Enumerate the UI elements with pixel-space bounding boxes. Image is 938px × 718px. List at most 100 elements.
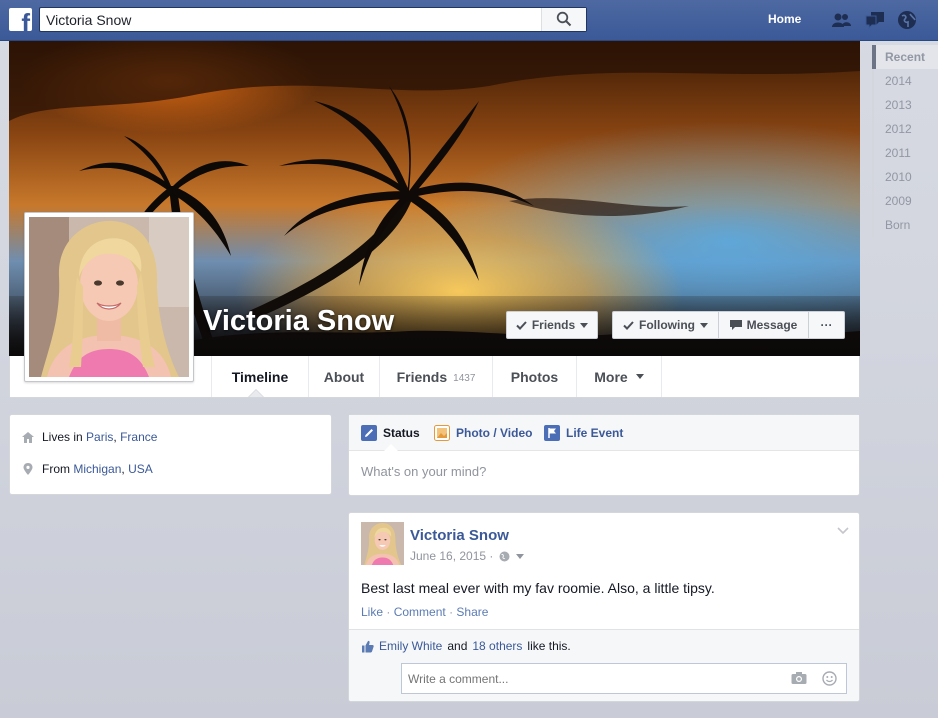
- composer-life-event-label: Life Event: [566, 426, 624, 440]
- tab-friends[interactable]: Friends 1437: [379, 356, 492, 397]
- search-box: [39, 7, 587, 32]
- timeline-post: Victoria Snow June 16, 2015 · Best last …: [348, 512, 860, 702]
- tab-friends-label: Friends: [396, 368, 448, 385]
- year-2013[interactable]: 2013: [872, 93, 938, 117]
- others-link[interactable]: 18 others: [472, 639, 522, 653]
- tab-photos-label: Photos: [510, 368, 559, 385]
- caret-down-icon: [580, 322, 589, 328]
- post-date[interactable]: June 16, 2015 ·: [410, 549, 493, 563]
- flag-icon: [544, 425, 560, 441]
- intro-card: Lives in Paris, France From Michigan, US…: [9, 414, 332, 495]
- profile-name: Victoria Snow: [203, 305, 395, 337]
- composer-tabs: Status Photo / Video Life Event: [349, 415, 859, 451]
- lives-country-link[interactable]: France: [120, 430, 157, 444]
- lives-in-label: Lives in: [42, 430, 83, 444]
- likes-suffix: like this.: [527, 639, 571, 653]
- from-country-link[interactable]: USA: [128, 462, 153, 476]
- like-action[interactable]: Like: [361, 605, 383, 619]
- friends-button[interactable]: Friends: [506, 311, 598, 339]
- comment-action[interactable]: Comment: [394, 605, 446, 619]
- profile-portrait-image: [29, 217, 189, 377]
- post-feedback: Emily White and 18 others like this.: [349, 629, 859, 701]
- following-button[interactable]: Following: [612, 311, 719, 339]
- search-button[interactable]: [541, 8, 586, 31]
- avatar-image: [361, 522, 404, 565]
- year-2010[interactable]: 2010: [872, 165, 938, 189]
- composer-status-tab[interactable]: Status: [361, 425, 420, 441]
- year-2014[interactable]: 2014: [872, 69, 938, 93]
- caret-down-icon: [635, 374, 644, 379]
- facebook-logo-icon[interactable]: f: [9, 8, 32, 31]
- tab-about-label: About: [323, 368, 365, 385]
- likes-and: and: [447, 639, 468, 653]
- post-text: Best last meal ever with my fav roomie. …: [361, 580, 715, 596]
- composer-status-label: Status: [383, 426, 420, 440]
- lives-in-row: Lives in Paris, France: [22, 430, 157, 444]
- post-composer: Status Photo / Video Life Event What's o…: [348, 414, 860, 496]
- message-icon: [729, 320, 742, 330]
- friends-count: 1437: [453, 372, 476, 384]
- post-author-avatar[interactable]: [361, 522, 404, 565]
- message-button[interactable]: Message: [718, 311, 809, 339]
- globe-notifications-icon[interactable]: [896, 9, 918, 31]
- privacy-globe-icon[interactable]: [499, 551, 510, 562]
- pencil-icon: [361, 425, 377, 441]
- friend-requests-icon[interactable]: [830, 9, 852, 31]
- ellipsis-icon: ···: [820, 318, 833, 332]
- location-pin-icon: [23, 463, 33, 475]
- composer-input[interactable]: What's on your mind?: [361, 464, 486, 479]
- messages-icon[interactable]: [864, 9, 886, 31]
- year-recent[interactable]: Recent: [872, 45, 938, 69]
- more-options-button[interactable]: ···: [808, 311, 845, 339]
- action-separator: ·: [386, 605, 391, 619]
- comment-input[interactable]: [402, 664, 772, 693]
- from-separator: ,: [121, 462, 125, 476]
- from-label: From: [42, 462, 70, 476]
- search-icon: [556, 11, 572, 27]
- composer-photo-label: Photo / Video: [456, 426, 533, 440]
- tab-more-label: More: [594, 368, 628, 385]
- year-2012[interactable]: 2012: [872, 117, 938, 141]
- tab-more[interactable]: More: [576, 356, 662, 397]
- top-notification-icons: [830, 9, 920, 31]
- camera-icon[interactable]: [791, 671, 807, 685]
- liker-link[interactable]: Emily White: [379, 639, 442, 653]
- photo-icon: [434, 425, 450, 441]
- caret-down-icon: [700, 322, 708, 328]
- composer-life-event-tab[interactable]: Life Event: [544, 425, 623, 441]
- emoji-icon[interactable]: [822, 671, 837, 686]
- tab-photos[interactable]: Photos: [492, 356, 576, 397]
- search-input[interactable]: [40, 8, 543, 31]
- lives-city-link[interactable]: Paris: [86, 430, 113, 444]
- share-action[interactable]: Share: [456, 605, 488, 619]
- from-row: From Michigan, USA: [22, 462, 153, 476]
- active-tab-indicator-inner: [249, 390, 263, 397]
- profile-photo: [29, 217, 189, 377]
- tab-timeline-label: Timeline: [231, 368, 289, 385]
- message-button-label: Message: [746, 318, 798, 332]
- composer-active-indicator: [384, 444, 398, 451]
- likes-summary: Emily White and 18 others like this.: [361, 639, 571, 653]
- year-2011[interactable]: 2011: [872, 141, 938, 165]
- lives-separator: ,: [113, 430, 117, 444]
- action-separator: ·: [449, 605, 454, 619]
- year-2009[interactable]: 2009: [872, 189, 938, 213]
- composer-photo-tab[interactable]: Photo / Video: [434, 425, 532, 441]
- timeline-year-nav: Recent 2014 2013 2012 2011 2010 2009 Bor…: [872, 45, 938, 237]
- check-icon: [623, 320, 634, 330]
- profile-picture[interactable]: [24, 212, 194, 382]
- tab-about[interactable]: About: [308, 356, 379, 397]
- post-author-name[interactable]: Victoria Snow: [410, 527, 509, 544]
- home-link[interactable]: Home: [768, 12, 801, 26]
- comment-box: [401, 663, 847, 694]
- post-meta: June 16, 2015 ·: [410, 549, 525, 563]
- privacy-caret-icon[interactable]: [516, 553, 525, 559]
- from-region-link[interactable]: Michigan: [73, 462, 121, 476]
- home-icon: [22, 431, 34, 443]
- post-options-chevron-icon[interactable]: [837, 527, 849, 535]
- following-button-label: Following: [639, 318, 695, 332]
- post-actions: Like · Comment · Share: [361, 605, 488, 619]
- year-born[interactable]: Born: [872, 213, 938, 237]
- thumbs-up-icon: [362, 640, 374, 652]
- friends-button-label: Friends: [531, 318, 576, 332]
